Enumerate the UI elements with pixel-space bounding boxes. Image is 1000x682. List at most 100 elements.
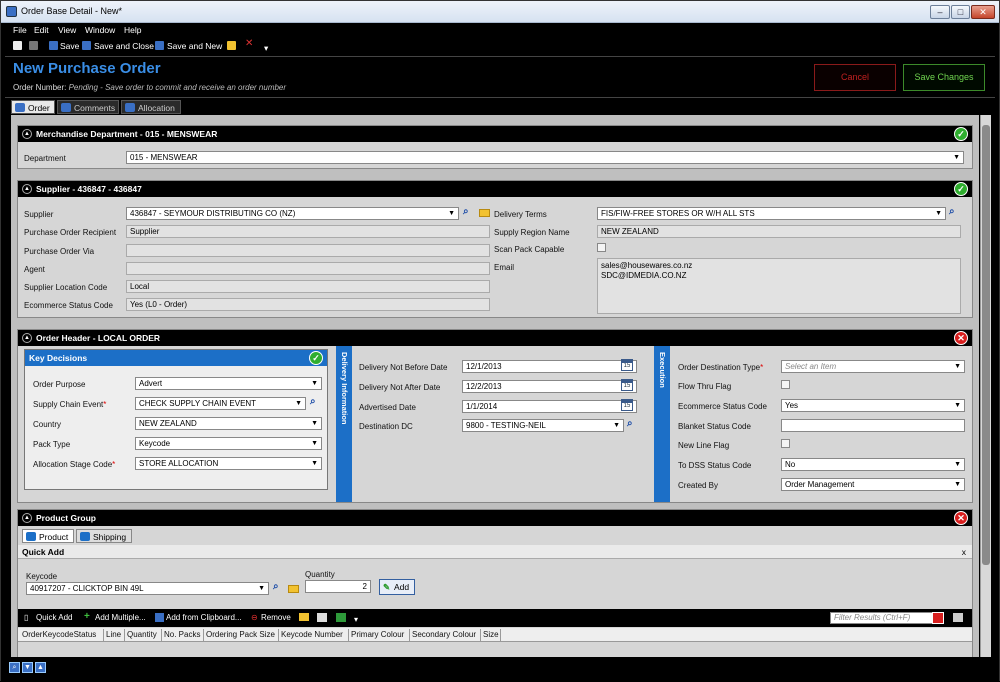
- menu-window[interactable]: Window: [85, 25, 115, 35]
- cancel-button[interactable]: Cancel: [814, 64, 896, 91]
- col-primary-colour[interactable]: Primary Colour: [351, 630, 404, 639]
- col-ordering-pack-size[interactable]: Ordering Pack Size: [206, 630, 275, 639]
- collapse-icon[interactable]: ▲: [22, 184, 32, 194]
- menu-view[interactable]: View: [58, 25, 76, 35]
- open-folder-icon[interactable]: [227, 41, 236, 50]
- pack-type-select[interactable]: Keycode ▼: [135, 437, 322, 450]
- delivery-terms-value: FIS/FIW-FREE STORES OR W/H ALL STS: [601, 209, 755, 218]
- vertical-scrollbar[interactable]: [980, 115, 991, 657]
- folder-icon[interactable]: [479, 209, 490, 217]
- col-no-packs[interactable]: No. Packs: [164, 630, 200, 639]
- delivery-not-after-input[interactable]: 12/2/2013: [462, 380, 637, 393]
- binoculars-icon[interactable]: ⌕: [627, 418, 633, 429]
- product-group-header[interactable]: ▲ Product Group ✕: [18, 510, 972, 526]
- merchandise-title: Merchandise Department - 015 - MENSWEAR: [36, 129, 218, 139]
- new-line-flag-checkbox[interactable]: [781, 439, 790, 448]
- tab-shipping[interactable]: Shipping: [76, 529, 132, 543]
- order-tab-icon: [15, 103, 25, 112]
- delivery-not-before-input[interactable]: 12/1/2013: [462, 360, 637, 373]
- column-chooser-icon[interactable]: [953, 613, 963, 622]
- col-secondary-colour[interactable]: Secondary Colour: [412, 630, 476, 639]
- col-quantity[interactable]: Quantity: [127, 630, 157, 639]
- excel-export-icon[interactable]: [336, 613, 346, 622]
- grid-layout-icon[interactable]: [317, 613, 327, 622]
- department-select[interactable]: 015 - MENSWEAR ▼: [126, 151, 964, 164]
- save-close-button[interactable]: Save and Close: [94, 41, 154, 51]
- col-line[interactable]: Line: [106, 630, 121, 639]
- search-icon[interactable]: ⌕: [9, 662, 20, 673]
- save-button[interactable]: Save: [60, 41, 79, 51]
- new-icon[interactable]: [13, 41, 22, 50]
- flow-thru-checkbox[interactable]: [781, 380, 790, 389]
- supplier-select[interactable]: 436847 - SEYMOUR DISTRIBUTING CO (NZ) ▼: [126, 207, 459, 220]
- close-window-button[interactable]: ✕: [971, 5, 995, 19]
- scrollbar-thumb[interactable]: [982, 125, 990, 565]
- order-header-header[interactable]: ▲ Order Header - LOCAL ORDER ✕: [18, 330, 972, 346]
- destination-type-select[interactable]: Select an Item ▼: [781, 360, 965, 373]
- chevron-down-icon[interactable]: ▼: [22, 662, 33, 673]
- menu-help[interactable]: Help: [124, 25, 141, 35]
- tab-order[interactable]: Order: [11, 100, 55, 114]
- shipping-tab-icon: [80, 532, 90, 541]
- chevron-down-icon: ▼: [953, 154, 960, 161]
- delete-icon[interactable]: ✕: [245, 38, 253, 49]
- tab-product[interactable]: Product: [22, 529, 74, 543]
- copy-icon[interactable]: [29, 41, 38, 50]
- page-title: New Purchase Order: [13, 60, 161, 77]
- allocation-stage-select[interactable]: STORE ALLOCATION ▼: [135, 457, 322, 470]
- col-order-keycode-status[interactable]: OrderKeycodeStatus: [22, 630, 96, 639]
- add-from-clipboard-button[interactable]: Add from Clipboard...: [166, 613, 242, 622]
- remove-button[interactable]: Remove: [261, 613, 291, 622]
- calendar-icon[interactable]: 15: [621, 359, 633, 371]
- order-purpose-select[interactable]: Advert ▼: [135, 377, 322, 390]
- collapse-icon[interactable]: ▲: [22, 513, 32, 523]
- binoculars-icon[interactable]: ⌕: [273, 581, 279, 592]
- keycode-select[interactable]: 40917207 - CLICKTOP BIN 49L ▼: [26, 582, 269, 595]
- tab-allocation[interactable]: Allocation: [121, 100, 181, 114]
- destination-dc-select[interactable]: 9800 - TESTING-NEIL ▼: [462, 419, 624, 432]
- merchandise-header[interactable]: ▲ Merchandise Department - 015 - MENSWEAR…: [18, 126, 972, 142]
- country-select[interactable]: NEW ZEALAND ▼: [135, 417, 322, 430]
- ecommerce-status-2-select[interactable]: Yes ▼: [781, 399, 965, 412]
- supply-chain-label: Supply Chain Event*: [33, 400, 107, 409]
- binoculars-icon[interactable]: ⌕: [310, 396, 316, 407]
- collapse-icon[interactable]: ▲: [22, 333, 32, 343]
- toolbar-overflow-icon[interactable]: ▾: [264, 43, 268, 54]
- filter-results-input[interactable]: Filter Results (Ctrl+F): [830, 612, 935, 624]
- col-size[interactable]: Size: [483, 630, 499, 639]
- folder-icon[interactable]: [299, 613, 309, 621]
- supplier-header[interactable]: ▲ Supplier - 436847 - 436847 ✓: [18, 181, 972, 197]
- supply-chain-select[interactable]: CHECK SUPPLY CHAIN EVENT ▼: [135, 397, 306, 410]
- chevron-down-icon: ▼: [954, 363, 961, 370]
- advertised-date-input[interactable]: 1/1/2014: [462, 400, 637, 413]
- save-changes-button[interactable]: Save Changes: [903, 64, 985, 91]
- menu-edit[interactable]: Edit: [34, 25, 49, 35]
- title-bar: Order Base Detail - New* – □ ✕: [1, 1, 999, 23]
- chevron-up-icon[interactable]: ▲: [35, 662, 46, 673]
- binoculars-icon[interactable]: ⌕: [949, 206, 955, 217]
- save-new-button[interactable]: Save and New: [167, 41, 222, 51]
- binoculars-icon[interactable]: ⌕: [463, 206, 469, 217]
- created-by-select[interactable]: Order Management ▼: [781, 478, 965, 491]
- menu-file[interactable]: File: [13, 25, 27, 35]
- close-quick-add-button[interactable]: x: [962, 545, 966, 559]
- minimize-button[interactable]: –: [930, 5, 950, 19]
- maximize-button[interactable]: □: [951, 5, 970, 19]
- dss-status-select[interactable]: No ▼: [781, 458, 965, 471]
- collapse-icon[interactable]: ▲: [22, 129, 32, 139]
- delivery-terms-select[interactable]: FIS/FIW-FREE STORES OR W/H ALL STS ▼: [597, 207, 946, 220]
- menu-bar: File Edit View Window Help: [1, 23, 999, 37]
- tab-comments[interactable]: Comments: [57, 100, 119, 114]
- calendar-icon[interactable]: 15: [621, 399, 633, 411]
- add-multiple-button[interactable]: Add Multiple...: [95, 613, 146, 622]
- calendar-icon[interactable]: 15: [621, 379, 633, 391]
- quantity-input[interactable]: 2: [305, 580, 371, 593]
- clear-filter-icon[interactable]: [932, 612, 944, 624]
- scan-pack-checkbox[interactable]: [597, 243, 606, 252]
- grid-overflow-icon[interactable]: ▾: [354, 615, 358, 624]
- blanket-status-input[interactable]: [781, 419, 965, 432]
- col-keycode-number[interactable]: Keycode Number: [281, 630, 343, 639]
- add-button[interactable]: ✎ Add: [379, 579, 415, 595]
- grid-quick-add-button[interactable]: Quick Add: [36, 613, 72, 622]
- folder-icon[interactable]: [288, 585, 299, 593]
